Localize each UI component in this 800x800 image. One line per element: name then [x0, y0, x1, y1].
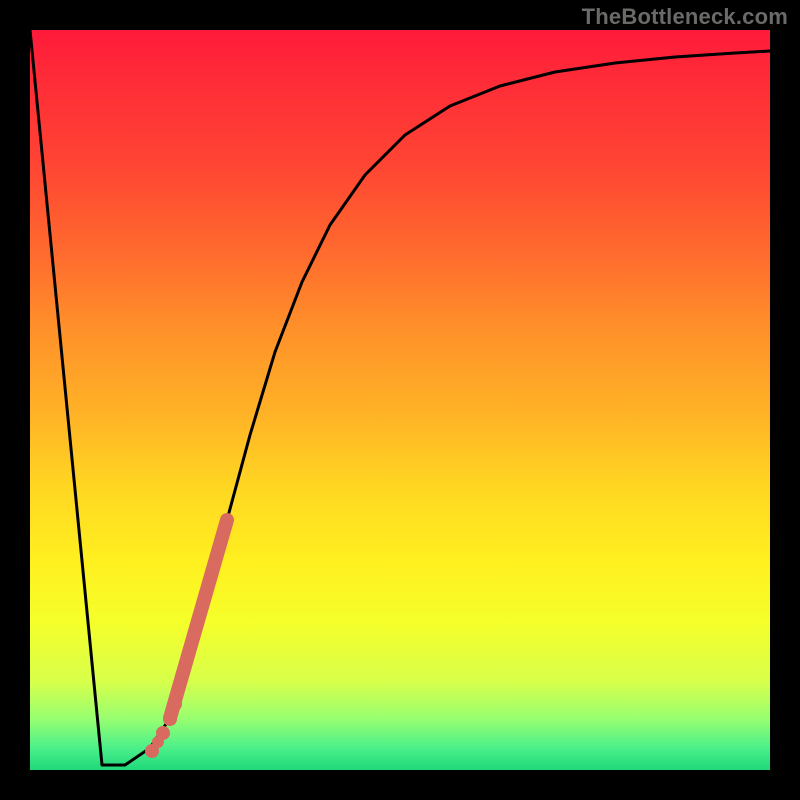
thick-highlight-segment: [170, 520, 227, 718]
marker-group: [145, 697, 182, 758]
data-marker: [168, 697, 182, 711]
data-marker: [156, 726, 170, 740]
chart-stage: TheBottleneck.com: [0, 0, 800, 800]
bottleneck-curve: [30, 30, 770, 765]
chart-svg-layer: [30, 30, 770, 770]
data-marker: [163, 712, 177, 726]
watermark-text: TheBottleneck.com: [582, 4, 788, 30]
